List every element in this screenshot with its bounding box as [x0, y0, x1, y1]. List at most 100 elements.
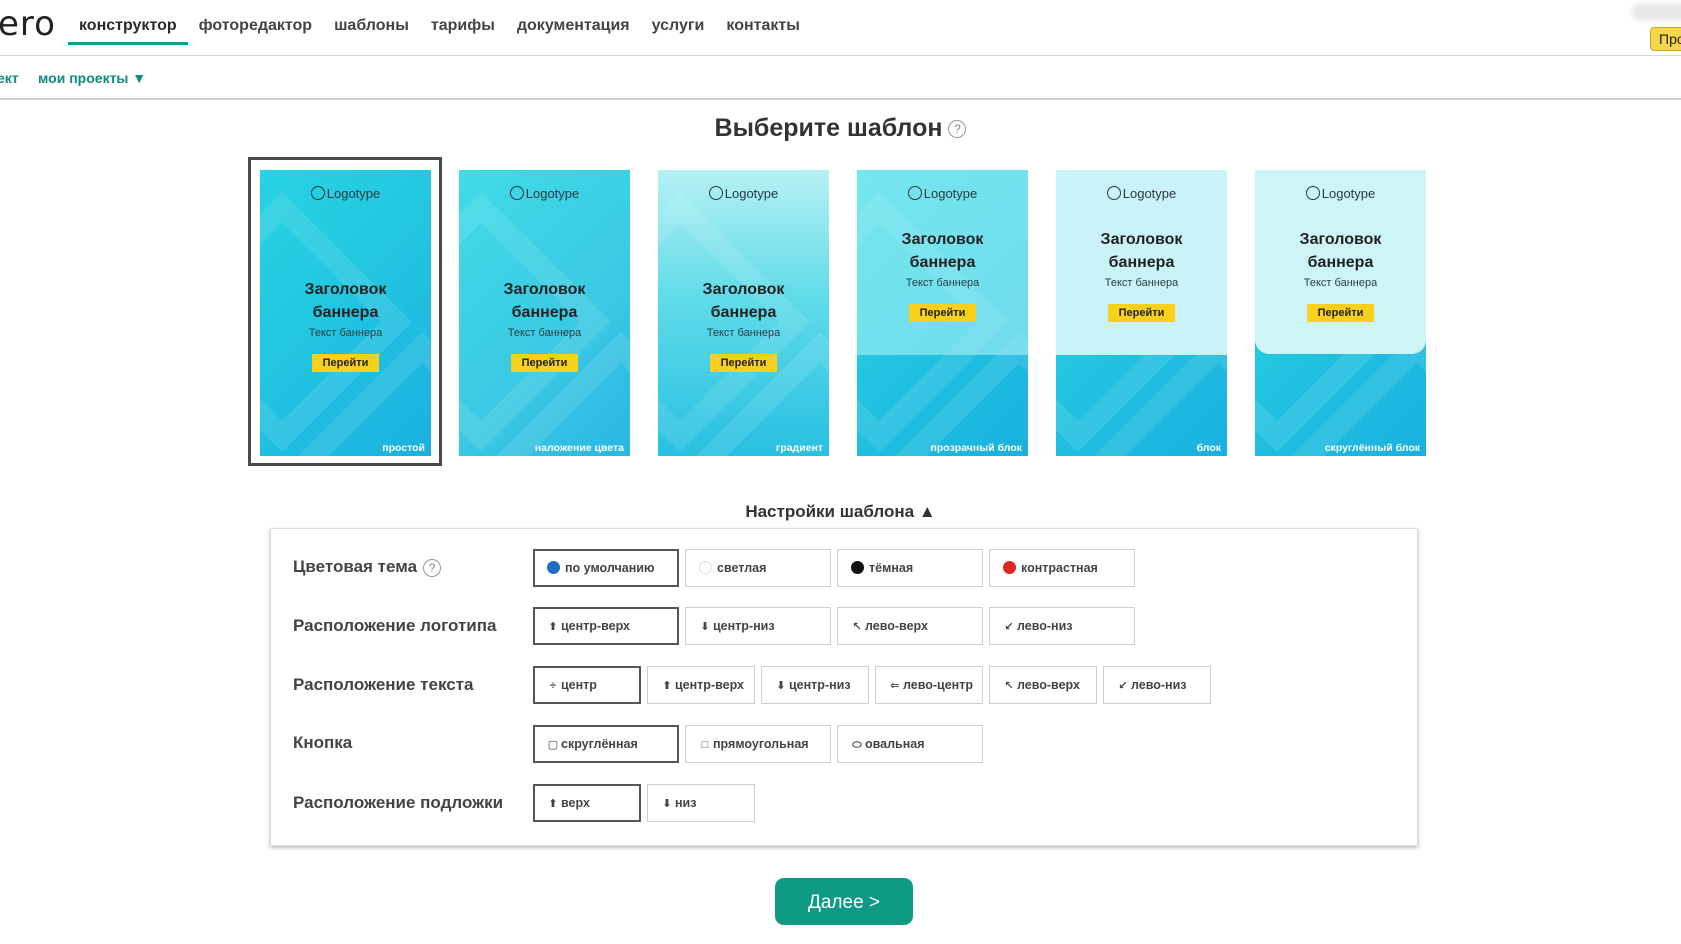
center-icon: ÷ [549, 680, 557, 692]
template-button: Перейти [908, 304, 977, 322]
text-position-label: Расположение текста [293, 675, 474, 694]
template-button: Перейти [1107, 304, 1176, 322]
nav-item-docs[interactable]: документация [506, 0, 641, 44]
subnav-new-project-link[interactable]: ект [0, 70, 19, 86]
rounded-square-icon: ▢ [547, 739, 559, 751]
template-card-transparent-block[interactable]: Logotype Заголовок баннера Текст баннера … [857, 170, 1028, 456]
smile-icon [310, 186, 325, 200]
arrow-down-left-icon: ↙ [1004, 621, 1014, 633]
help-icon[interactable]: ? [948, 120, 967, 139]
color-dot-icon [1003, 561, 1016, 574]
template-caption: простой [382, 442, 425, 454]
arrow-down-icon: ⬇ [662, 798, 672, 810]
color-dot-icon [699, 561, 712, 574]
text-position-left-center[interactable]: ⇐ лево-центр [875, 666, 983, 704]
template-card-block[interactable]: Logotype Заголовок баннера Текст баннера … [1056, 170, 1227, 456]
square-icon: □ [701, 739, 709, 751]
template-logo: Logotype [260, 186, 431, 201]
arrow-up-left-icon: ↖ [852, 621, 862, 633]
arrow-up-icon: ⬆ [662, 680, 672, 692]
color-dot-icon [851, 561, 864, 574]
settings-panel: Цветовая тема? по умолчанию светлая тёмн… [270, 528, 1418, 846]
smile-icon [1106, 186, 1121, 200]
button-shape-rounded[interactable]: ▢ скруглённая [533, 725, 679, 763]
page-title: Выберите шаблон? [0, 114, 1681, 143]
button-shape-label: Кнопка [293, 733, 353, 752]
nav-item-services[interactable]: услуги [641, 0, 716, 44]
template-text: Текст баннера [1104, 277, 1179, 289]
pro-badge[interactable]: Про [1650, 27, 1681, 51]
text-position-center-top[interactable]: ⬆ центр-верх [647, 666, 755, 704]
template-title: Заголовок баннера [1100, 231, 1183, 271]
theme-option-dark[interactable]: тёмная [837, 549, 983, 587]
logo-position-label: Расположение логотипа [293, 616, 497, 635]
logo-position-left-top[interactable]: ↖ лево-верх [837, 607, 983, 645]
next-button[interactable]: Далее > [775, 878, 913, 925]
arrow-down-icon: ⬇ [776, 680, 786, 692]
template-text: Текст баннера [905, 277, 980, 289]
logo-position-center-bottom[interactable]: ⬇ центр-низ [685, 607, 831, 645]
template-logo: Logotype [459, 186, 630, 201]
template-button: Перейти [311, 354, 380, 372]
template-card-rounded-block[interactable]: Logotype Заголовок баннера Текст баннера … [1255, 170, 1426, 456]
smile-icon [509, 186, 524, 200]
nav-item-constructor[interactable]: конструктор [68, 0, 188, 45]
template-logo: Logotype [1056, 186, 1227, 201]
top-navbar: ero конструктор фоторедактор шаблоны тар… [0, 0, 1681, 56]
main-nav: конструктор фоторедактор шаблоны тарифы … [68, 0, 811, 45]
logo-position-left-bottom[interactable]: ↙ лево-низ [989, 607, 1135, 645]
color-theme-label: Цветовая тема? [293, 557, 442, 577]
template-button: Перейти [510, 354, 579, 372]
template-logo: Logotype [658, 186, 829, 201]
nav-item-templates[interactable]: шаблоны [323, 0, 420, 44]
theme-option-contrast[interactable]: контрастная [989, 549, 1135, 587]
template-text: Текст баннера [706, 327, 781, 339]
template-caption: прозрачный блок [930, 442, 1022, 454]
template-caption: скруглённый блок [1324, 442, 1420, 454]
template-title: Заголовок баннера [702, 281, 785, 321]
button-shape-oval[interactable]: ⬭ овальная [837, 725, 983, 763]
template-card-gradient[interactable]: Logotype Заголовок баннера Текст баннера … [658, 170, 829, 456]
template-button: Перейти [709, 354, 778, 372]
template-caption: градиент [775, 442, 823, 454]
template-title: Заголовок баннера [901, 231, 984, 271]
smile-icon [907, 186, 922, 200]
nav-item-contacts[interactable]: контакты [715, 0, 810, 44]
theme-option-light[interactable]: светлая [685, 549, 831, 587]
subnav-my-projects-dropdown[interactable]: мои проекты ▼ [38, 70, 146, 86]
text-position-left-top[interactable]: ↖ лево-верх [989, 666, 1097, 704]
text-position-center[interactable]: ÷ центр [533, 666, 641, 704]
nav-item-photo-editor[interactable]: фоторедактор [188, 0, 323, 44]
template-text: Текст баннера [1303, 277, 1378, 289]
arrow-down-left-icon: ↙ [1118, 680, 1128, 692]
template-card-color-overlay[interactable]: Logotype Заголовок баннера Текст баннера … [459, 170, 630, 456]
template-logo: Logotype [1255, 186, 1426, 201]
backdrop-position-bottom[interactable]: ⬇ низ [647, 784, 755, 822]
button-shape-rectangular[interactable]: □ прямоугольная [685, 725, 831, 763]
blurred-account-area [1632, 4, 1681, 20]
template-caption: наложение цвета [534, 442, 624, 454]
logo-position-center-top[interactable]: ⬆ центр-верх [533, 607, 679, 645]
help-icon[interactable]: ? [423, 558, 442, 577]
arrow-up-left-icon: ↖ [1004, 680, 1014, 692]
brand-logo[interactable]: ero [0, 4, 56, 44]
backdrop-position-label: Расположение подложки [293, 793, 504, 812]
template-text: Текст баннера [308, 327, 383, 339]
nav-item-pricing[interactable]: тарифы [420, 0, 506, 44]
page-title-text: Выберите шаблон [714, 114, 943, 142]
settings-toggle[interactable]: Настройки шаблона ▲ [0, 502, 1681, 522]
template-title: Заголовок баннера [503, 281, 586, 321]
oval-icon: ⬭ [852, 739, 862, 751]
template-caption: блок [1196, 442, 1221, 454]
template-title: Заголовок баннера [1299, 231, 1382, 271]
text-position-left-bottom[interactable]: ↙ лево-низ [1103, 666, 1211, 704]
template-card-simple[interactable]: Logotype Заголовок баннера Текст баннера … [260, 170, 431, 456]
arrow-left-icon: ⇐ [890, 680, 900, 692]
backdrop-position-top[interactable]: ⬆ верх [533, 784, 641, 822]
template-title: Заголовок баннера [304, 281, 387, 321]
theme-option-default[interactable]: по умолчанию [533, 549, 679, 587]
color-dot-icon [547, 561, 560, 574]
arrow-up-icon: ⬆ [548, 621, 558, 633]
template-text: Текст баннера [507, 327, 582, 339]
text-position-center-bottom[interactable]: ⬇ центр-низ [761, 666, 869, 704]
